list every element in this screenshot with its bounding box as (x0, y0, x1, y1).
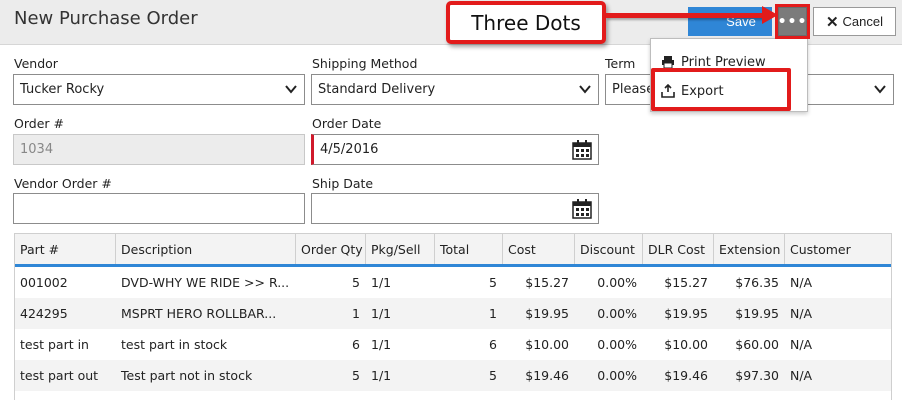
term-label: Term (605, 56, 636, 71)
cell-extension: $19.95 (735, 306, 779, 321)
cell-discount: 0.00% (597, 337, 637, 352)
cell-total: 1 (489, 306, 497, 321)
order-date-label: Order Date (312, 116, 382, 131)
cell-discount: 0.00% (597, 275, 637, 290)
table-row[interactable]: 424295 MSPRT HERO ROLLBAR... 1 1/1 1 $19… (15, 298, 891, 329)
three-dots-callout: Three Dots (446, 1, 606, 44)
order-number-field: 1034 (13, 134, 305, 165)
table-row[interactable]: 001002 DVD-WHY WE RIDE >> R... 5 1/1 5 $… (15, 267, 891, 298)
cell-cost: $19.95 (525, 306, 569, 321)
column-header[interactable]: Cost (503, 234, 575, 264)
cancel-button[interactable]: ✕ Cancel (813, 7, 896, 36)
cell-cost: $10.00 (525, 337, 569, 352)
callout-arrow-line (606, 13, 766, 18)
printer-icon (662, 56, 674, 69)
cell-customer: N/A (790, 368, 813, 383)
cell-order-qty: 1 (352, 306, 360, 321)
cell-total: 6 (489, 337, 497, 352)
order-date-field[interactable]: 4/5/2016 (311, 134, 599, 165)
purchase-order-page: New Purchase Order Save ••• ✕ Cancel Thr… (0, 0, 902, 400)
cell-pkg-sell: 1/1 (371, 306, 392, 321)
cell-customer: N/A (790, 306, 813, 321)
ship-date-label: Ship Date (312, 176, 374, 191)
cell-discount: 0.00% (597, 306, 637, 321)
calendar-icon[interactable] (572, 140, 592, 160)
cell-cost: $19.46 (525, 368, 569, 383)
cell-description: test part in stock (121, 337, 228, 352)
cell-part-number: 424295 (20, 306, 68, 321)
column-header[interactable]: Part # (15, 234, 116, 264)
table-row[interactable]: test part in test part in stock 6 1/1 6 … (15, 329, 891, 360)
ship-date-field[interactable] (311, 193, 599, 224)
callout-arrow-head (762, 6, 778, 24)
close-icon: ✕ (825, 13, 839, 31)
cell-dlr-cost: $19.95 (664, 306, 708, 321)
shipping-method-value: Standard Delivery (318, 82, 436, 97)
table-header: Part # Description Order Qty Pkg/Sell To… (15, 233, 891, 267)
cell-cost: $15.27 (525, 275, 569, 290)
vendor-order-label: Vendor Order # (14, 176, 112, 191)
cell-order-qty: 5 (352, 368, 360, 383)
chevron-down-icon (579, 85, 591, 94)
column-header[interactable]: Pkg/Sell (366, 234, 435, 264)
cell-dlr-cost: $10.00 (664, 337, 708, 352)
cell-description: DVD-WHY WE RIDE >> R... (121, 275, 290, 290)
order-date-value: 4/5/2016 (320, 142, 379, 157)
vendor-select[interactable]: Tucker Rocky (13, 74, 305, 105)
dots-highlight-box (775, 4, 810, 39)
shipping-method-label: Shipping Method (312, 56, 418, 71)
cancel-button-label: Cancel (842, 14, 884, 29)
cell-part-number: test part out (20, 368, 99, 383)
column-header[interactable]: Description (116, 234, 296, 264)
column-header[interactable]: Order Qty (296, 234, 366, 264)
vendor-value: Tucker Rocky (20, 82, 105, 97)
cell-customer: N/A (790, 337, 813, 352)
export-highlight-box (651, 68, 791, 111)
cell-part-number: 001002 (20, 275, 68, 290)
cell-extension: $76.35 (735, 275, 779, 290)
column-header[interactable]: Discount (575, 234, 643, 264)
cell-order-qty: 5 (352, 275, 360, 290)
callout-text: Three Dots (471, 10, 581, 35)
calendar-icon[interactable] (572, 199, 592, 219)
cell-discount: 0.00% (597, 368, 637, 383)
vendor-label: Vendor (14, 56, 58, 71)
chevron-down-icon (285, 85, 297, 94)
cell-order-qty: 6 (352, 337, 360, 352)
order-number-label: Order # (14, 116, 64, 131)
column-header[interactable]: Extension (714, 234, 785, 264)
term-value: Please (612, 82, 655, 97)
chevron-down-icon (874, 85, 886, 94)
cell-pkg-sell: 1/1 (371, 275, 392, 290)
cell-part-number: test part in (20, 337, 89, 352)
cell-pkg-sell: 1/1 (371, 368, 392, 383)
cell-total: 5 (489, 275, 497, 290)
column-header[interactable]: Customer (785, 234, 891, 264)
cell-customer: N/A (790, 275, 813, 290)
cell-description: Test part not in stock (121, 368, 253, 383)
order-number-value: 1034 (20, 142, 54, 157)
save-button[interactable]: Save (688, 7, 772, 36)
table-row[interactable]: test part out Test part not in stock 5 1… (15, 360, 891, 391)
column-header[interactable]: Total (435, 234, 503, 264)
parts-table: Part # Description Order Qty Pkg/Sell To… (14, 233, 892, 400)
page-title: New Purchase Order (14, 8, 198, 29)
vendor-order-input[interactable] (13, 193, 305, 224)
cell-extension: $60.00 (735, 337, 779, 352)
cell-dlr-cost: $19.46 (664, 368, 708, 383)
column-header[interactable]: DLR Cost (643, 234, 714, 264)
cell-pkg-sell: 1/1 (371, 337, 392, 352)
cell-total: 5 (489, 368, 497, 383)
shipping-method-select[interactable]: Standard Delivery (311, 74, 599, 105)
cell-description: MSPRT HERO ROLLBAR... (121, 306, 277, 321)
cell-extension: $97.30 (735, 368, 779, 383)
cell-dlr-cost: $15.27 (664, 275, 708, 290)
